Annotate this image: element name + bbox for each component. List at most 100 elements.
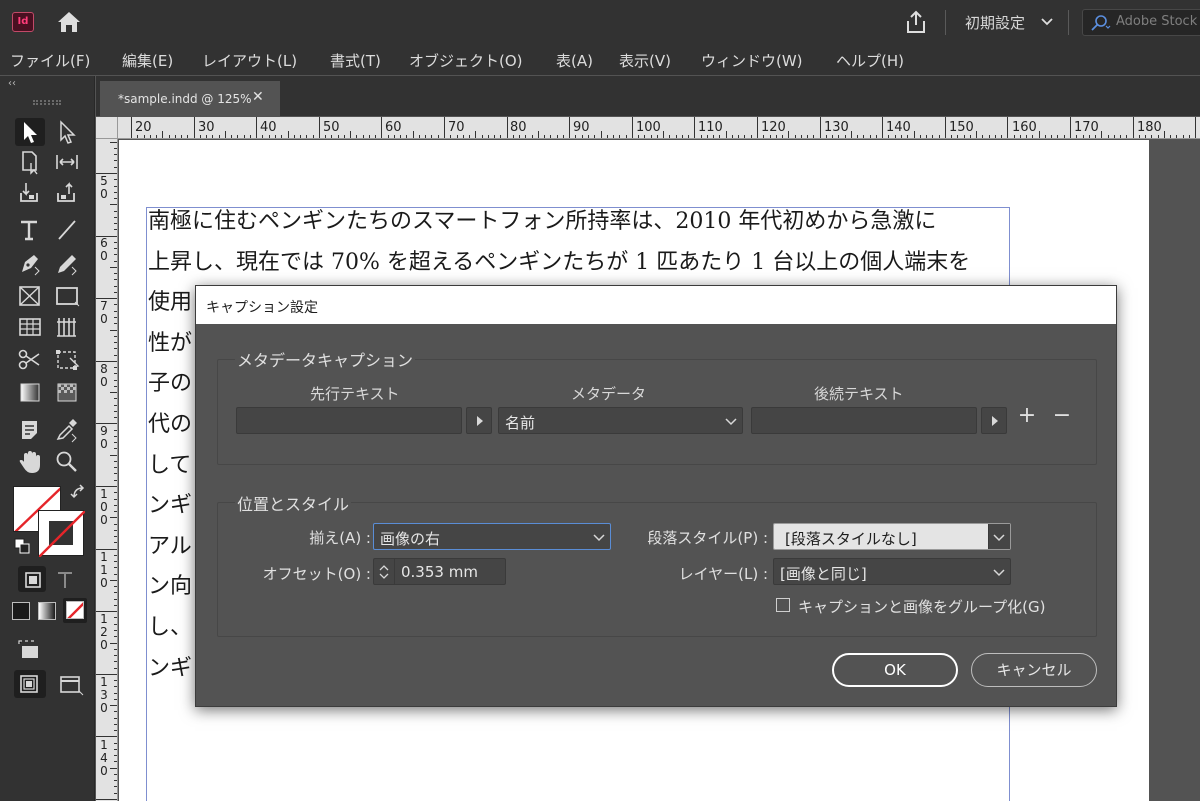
menu-edit[interactable]: 編集(E) — [122, 50, 173, 71]
ruler-h-label: 100 — [636, 120, 661, 135]
share-icon[interactable] — [903, 9, 929, 35]
ruler-v-label: 130 — [100, 675, 108, 715]
remove-row-icon[interactable]: − — [1051, 405, 1073, 427]
ruler-h-label: 70 — [448, 120, 465, 135]
default-fill-stroke-icon[interactable] — [14, 538, 30, 554]
home-icon[interactable] — [55, 9, 83, 35]
align-select-value: 画像の右 — [380, 530, 441, 548]
page-tool-icon[interactable] — [15, 148, 45, 176]
formatting-container-icon[interactable] — [18, 566, 46, 592]
trailing-text-insert-button[interactable] — [981, 407, 1007, 434]
collapse-panel-icon[interactable]: ‹‹ — [8, 78, 16, 89]
stroke-swatch[interactable] — [38, 510, 85, 557]
menu-object[interactable]: オブジェクト(O) — [409, 50, 523, 71]
panel-grip-handle[interactable] — [33, 100, 61, 105]
menu-window[interactable]: ウィンドウ(W) — [701, 50, 803, 71]
grid-tool-icon[interactable] — [52, 313, 82, 341]
ruler-h-label: 80 — [510, 120, 527, 135]
close-tab-icon[interactable]: ✕ — [252, 89, 264, 105]
ruler-h-label: 50 — [323, 120, 340, 135]
menu-help[interactable]: ヘルプ(H) — [836, 50, 904, 71]
document-tab-label: *sample.indd @ 125% — [118, 92, 252, 106]
workspace-switcher[interactable]: 初期設定 — [965, 12, 1025, 33]
stock-search-input[interactable]: Adobe Stock — [1082, 9, 1200, 36]
ruler-v-label: 70 — [100, 299, 108, 326]
menu-layout[interactable]: レイアウト(L) — [202, 50, 297, 71]
metadata-header: メタデータ — [571, 385, 647, 403]
formatting-text-icon[interactable] — [50, 566, 78, 592]
dialog-titlebar[interactable]: キャプション設定 — [196, 286, 1116, 324]
metadata-select-value: 名前 — [505, 414, 536, 432]
direct-selection-tool-icon[interactable] — [52, 118, 82, 146]
cancel-button[interactable]: キャンセル — [971, 653, 1097, 687]
chevron-down-icon — [993, 569, 1005, 577]
app-bar: Id 初期設定 Adobe Stock — [0, 0, 1200, 45]
ruler-origin[interactable] — [96, 117, 118, 139]
apply-none-icon[interactable] — [63, 598, 87, 623]
gradient-swatch-tool-icon[interactable] — [15, 378, 45, 406]
dialog-title: キャプション設定 — [206, 300, 318, 316]
scissors-tool-icon[interactable] — [15, 346, 45, 374]
screen-mode-icon[interactable] — [15, 636, 45, 664]
metadata-select[interactable]: 名前 — [498, 407, 743, 434]
menu-view[interactable]: 表示(V) — [619, 50, 671, 71]
line-tool-icon[interactable] — [52, 216, 82, 244]
tools-panel: ‹‹ — [0, 76, 95, 801]
indesign-logo: Id — [12, 12, 34, 32]
eyedropper-tool-icon[interactable] — [52, 416, 82, 444]
offset-value: 0.353 mm — [401, 563, 478, 581]
menu-file[interactable]: ファイル(F) — [10, 50, 90, 71]
document-tab[interactable]: *sample.indd @ 125% ✕ — [100, 81, 280, 116]
leading-text-insert-button[interactable] — [466, 407, 492, 434]
table-tool-icon[interactable] — [15, 313, 45, 341]
paragraph-style-label: 段落スタイル(P) : — [647, 529, 768, 547]
align-select[interactable]: 画像の右 — [373, 523, 611, 550]
content-placer-icon[interactable] — [52, 179, 82, 207]
hand-tool-icon[interactable] — [15, 448, 45, 476]
add-row-icon[interactable]: + — [1016, 405, 1038, 427]
trailing-text-input[interactable] — [751, 407, 977, 434]
apply-gradient-icon[interactable] — [38, 602, 56, 620]
menu-table[interactable]: 表(A) — [556, 50, 593, 71]
normal-view-mode-icon[interactable] — [14, 670, 46, 698]
gap-tool-icon[interactable] — [52, 148, 82, 176]
ok-button[interactable]: OK — [832, 653, 958, 687]
pencil-tool-icon[interactable] — [52, 250, 82, 278]
selection-tool-icon[interactable] — [15, 118, 45, 146]
leading-text-input[interactable] — [236, 407, 462, 434]
layer-label: レイヤー(L) : — [678, 565, 768, 583]
preview-mode-icon[interactable] — [55, 670, 85, 698]
note-tool-icon[interactable] — [15, 416, 45, 444]
offset-label: オフセット(O) : — [262, 565, 371, 583]
rectangle-frame-tool-icon[interactable] — [15, 282, 45, 310]
divider — [1068, 10, 1069, 35]
stepper-arrows-icon[interactable] — [377, 562, 391, 582]
text-line: 上昇し、現在では 70% を超えるペンギンたちが 1 匹あたり 1 台以上の個人… — [148, 249, 971, 275]
layer-select[interactable]: [画像と同じ] — [773, 558, 1011, 585]
group-caption-checkbox[interactable] — [776, 598, 790, 612]
ruler-h-label: 170 — [1074, 120, 1099, 135]
ruler-v-label: 100 — [100, 487, 108, 527]
offset-input[interactable]: 0.353 mm — [373, 558, 506, 585]
zoom-tool-icon[interactable] — [52, 448, 82, 476]
swap-fill-stroke-icon[interactable] — [70, 484, 88, 502]
group-caption-label: キャプションと画像をグループ化(G) — [798, 598, 1046, 616]
divider — [945, 10, 946, 35]
align-label: 揃え(A) : — [309, 529, 371, 547]
content-collector-icon[interactable] — [15, 179, 45, 207]
horizontal-ruler[interactable]: 20 30 40 50 60 70 80 90 100 110 120 130 … — [118, 117, 1200, 139]
ruler-v-label: 50 — [100, 174, 108, 201]
document-tab-bar: *sample.indd @ 125% ✕ — [96, 76, 1200, 116]
apply-color-icon[interactable] — [12, 602, 30, 620]
ruler-h-label: 60 — [385, 120, 402, 135]
type-tool-icon[interactable] — [15, 216, 45, 244]
free-transform-tool-icon[interactable] — [52, 346, 82, 374]
gradient-feather-tool-icon[interactable] — [52, 378, 82, 406]
menu-type[interactable]: 書式(T) — [330, 50, 381, 71]
pen-tool-icon[interactable] — [15, 250, 45, 278]
rectangle-tool-icon[interactable] — [52, 282, 82, 310]
chevron-down-icon[interactable] — [1041, 13, 1053, 31]
triangle-right-icon — [992, 416, 998, 426]
vertical-ruler[interactable]: 50 60 70 80 90 100 110 120 130 140 — [96, 139, 118, 801]
paragraph-style-select[interactable]: [段落スタイルなし] — [773, 523, 1011, 550]
